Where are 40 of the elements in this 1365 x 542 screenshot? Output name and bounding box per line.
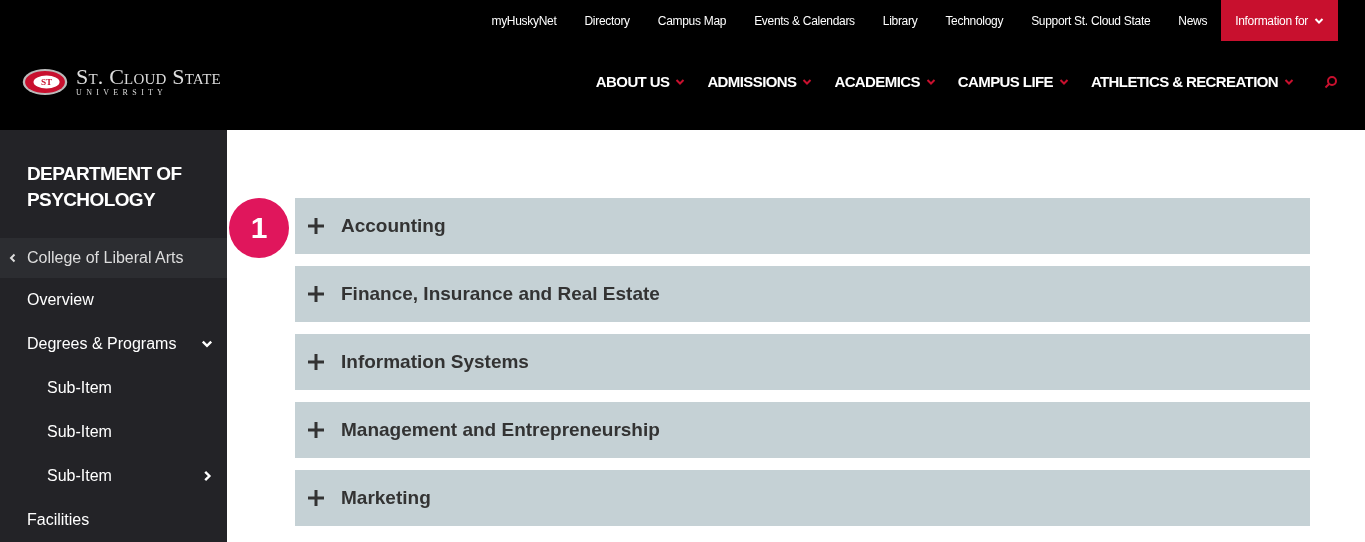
nav-link[interactable]: CAMPUS LIFE: [957, 73, 1069, 90]
plus-icon: [307, 421, 325, 439]
utility-link[interactable]: Events & Calendars: [740, 13, 869, 28]
accordion-header[interactable]: Information Systems: [295, 334, 1310, 390]
accordion-header[interactable]: Management and Entrepreneurship: [295, 402, 1310, 458]
nav-link[interactable]: ATHLETICS & RECREATION: [1090, 73, 1294, 90]
university-name: St. Cloud State: [76, 65, 221, 88]
sidebar-item[interactable]: Degrees & Programs: [0, 322, 227, 366]
chevron-icon: [8, 252, 18, 264]
information-for-button[interactable]: Information for: [1221, 0, 1338, 41]
department-title: DEPARTMENT OF PSYCHOLOGY: [26, 162, 183, 212]
accordion-header[interactable]: Accounting: [295, 198, 1310, 254]
utility-link[interactable]: News: [1164, 13, 1222, 28]
sidebar-subitem[interactable]: Sub-Item: [0, 366, 227, 410]
plus-icon: [307, 353, 325, 371]
callout-badge: 1: [229, 198, 289, 258]
plus-icon: [307, 217, 325, 235]
chevron-icon: [201, 470, 213, 482]
back-link[interactable]: College of Liberal Arts: [0, 238, 227, 278]
university-subtitle: U N I V E R S I T Y: [76, 87, 165, 98]
nav-link[interactable]: ACADEMICS: [834, 73, 936, 90]
utility-link[interactable]: Support St. Cloud State: [1017, 13, 1165, 28]
sidebar-item[interactable]: Overview: [0, 278, 227, 322]
accordion-header[interactable]: Marketing: [295, 470, 1310, 526]
plus-icon: [307, 489, 325, 507]
nav-link[interactable]: ABOUT US: [595, 73, 686, 90]
utility-link[interactable]: Technology: [931, 13, 1018, 28]
sidebar-subitem[interactable]: Sub-Item: [0, 410, 227, 454]
utility-link[interactable]: Directory: [570, 13, 644, 28]
nav-link[interactable]: ADMISSIONS: [707, 73, 813, 90]
logo-emblem-icon: ST: [22, 66, 68, 97]
plus-icon: [307, 285, 325, 303]
utility-link[interactable]: Library: [868, 13, 932, 28]
sidebar-item[interactable]: Facilities: [0, 498, 227, 542]
chevron-icon: [201, 338, 213, 350]
utility-link[interactable]: Campus Map: [643, 13, 741, 28]
accordion-header[interactable]: Finance, Insurance and Real Estate: [295, 266, 1310, 322]
sidebar-subitem[interactable]: Sub-Item: [0, 454, 227, 498]
search-icon[interactable]: [1324, 74, 1338, 89]
utility-link[interactable]: myHuskyNet: [477, 13, 571, 28]
